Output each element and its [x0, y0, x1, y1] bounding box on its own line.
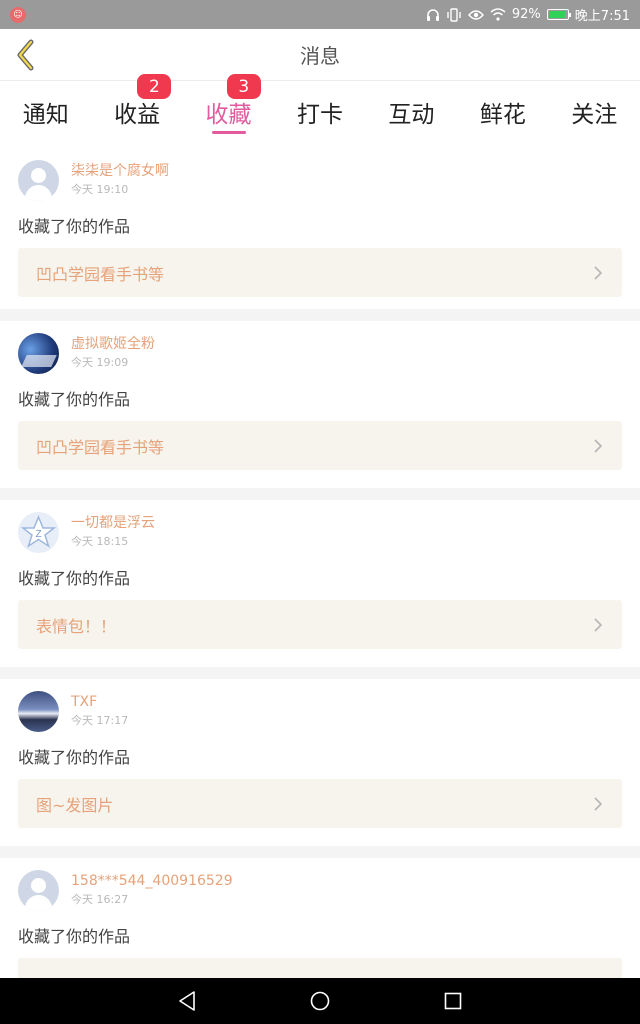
clock: 晚上7:51	[574, 9, 630, 24]
work-title: 凹凸学园看手书等	[36, 437, 165, 457]
avatar[interactable]: Z	[18, 512, 59, 553]
avatar[interactable]	[18, 333, 59, 374]
tab-follow[interactable]: 关注	[549, 81, 640, 148]
timestamp: 今天 19:09	[71, 356, 129, 369]
wifi-icon	[490, 8, 506, 21]
action-text: 收藏了你的作品	[18, 217, 131, 236]
work-link[interactable]: 图~发图片	[18, 779, 622, 828]
action-text: 收藏了你的作品	[18, 748, 131, 767]
action-text: 收藏了你的作品	[18, 927, 131, 946]
message-list[interactable]: 柒柒是个腐女啊 今天 19:10 收藏了你的作品 凹凸学园看手书等 虚拟歌姬全粉…	[0, 148, 640, 978]
active-tab-indicator	[211, 131, 246, 134]
chevron-right-icon	[594, 617, 603, 632]
status-bar: ☺ 92% 晚上7:51	[0, 0, 640, 29]
chevron-right-icon	[594, 796, 603, 811]
timestamp: 今天 19:10	[71, 183, 129, 196]
timestamp: 今天 17:17	[71, 714, 129, 727]
work-title: 凹凸学园看手书等	[36, 264, 165, 284]
vibrate-icon	[447, 7, 461, 22]
avatar[interactable]	[18, 870, 59, 911]
unread-badge: 3	[226, 74, 261, 99]
tab-label: 收益	[114, 102, 161, 128]
header: 消息	[0, 29, 640, 81]
action-text: 收藏了你的作品	[18, 390, 131, 409]
circle-home-icon	[310, 991, 330, 1011]
timestamp: 今天 16:27	[71, 893, 129, 906]
list-item: 柒柒是个腐女啊 今天 19:10 收藏了你的作品 凹凸学园看手书等	[0, 148, 640, 309]
username[interactable]: 柒柒是个腐女啊	[71, 162, 169, 180]
tab-label: 打卡	[296, 102, 343, 128]
svg-text:Z: Z	[35, 529, 41, 540]
chevron-right-icon	[594, 438, 603, 453]
tab-bar: 通知 收益 2 收藏 3 打卡 互动 鲜花 关注	[0, 74, 640, 148]
battery-percent: 92%	[511, 7, 541, 22]
triangle-back-icon	[178, 991, 195, 1011]
tab-label: 互动	[388, 102, 435, 128]
avatar[interactable]	[18, 160, 59, 201]
work-link[interactable]: 凹凸学园看手书等	[18, 248, 622, 297]
back-arrow-icon	[17, 39, 34, 71]
chevron-right-icon	[594, 265, 603, 280]
timestamp: 今天 18:15	[71, 535, 129, 548]
action-text: 收藏了你的作品	[18, 569, 131, 588]
tab-label: 收藏	[205, 102, 252, 128]
eye-icon	[467, 9, 484, 20]
headset-icon	[426, 8, 439, 21]
star-logo-icon: Z	[20, 515, 57, 548]
work-link[interactable]	[18, 958, 622, 978]
list-item: Z 一切都是浮云 今天 18:15 收藏了你的作品 表情包！！	[0, 500, 640, 667]
tab-interaction[interactable]: 互动	[366, 81, 457, 148]
square-recents-icon	[445, 992, 462, 1010]
battery-icon	[546, 9, 571, 20]
list-item: 虚拟歌姬全粉 今天 19:09 收藏了你的作品 凹凸学园看手书等	[0, 321, 640, 488]
system-nav-bar	[0, 978, 640, 1024]
work-link[interactable]: 表情包！！	[18, 600, 622, 649]
tab-checkin[interactable]: 打卡	[274, 81, 365, 148]
work-title: 表情包！！	[36, 616, 117, 636]
list-item: TXF 今天 17:17 收藏了你的作品 图~发图片	[0, 679, 640, 846]
avatar[interactable]	[18, 691, 59, 732]
tab-notice[interactable]: 通知	[0, 81, 91, 148]
nav-home-button[interactable]	[300, 981, 340, 1021]
username[interactable]: TXF	[71, 693, 128, 711]
app-notification-icon: ☺	[10, 6, 26, 23]
back-button[interactable]	[10, 37, 40, 73]
list-item: 158***544_400916529 今天 16:27 收藏了你的作品	[0, 858, 640, 978]
tab-label: 关注	[571, 102, 618, 128]
work-title: 图~发图片	[36, 795, 114, 815]
unread-badge: 2	[137, 74, 172, 99]
tab-label: 通知	[22, 102, 69, 128]
tab-flowers[interactable]: 鲜花	[457, 81, 548, 148]
username[interactable]: 虚拟歌姬全粉	[71, 335, 155, 353]
work-link[interactable]: 凹凸学园看手书等	[18, 421, 622, 470]
page-title: 消息	[300, 44, 340, 68]
nav-back-button[interactable]	[167, 981, 207, 1021]
username[interactable]: 一切都是浮云	[71, 514, 155, 532]
username[interactable]: 158***544_400916529	[71, 872, 233, 890]
nav-recents-button[interactable]	[433, 981, 473, 1021]
tab-collect[interactable]: 收藏 3	[183, 74, 274, 148]
tab-income[interactable]: 收益 2	[91, 74, 182, 148]
tab-label: 鲜花	[479, 102, 526, 128]
